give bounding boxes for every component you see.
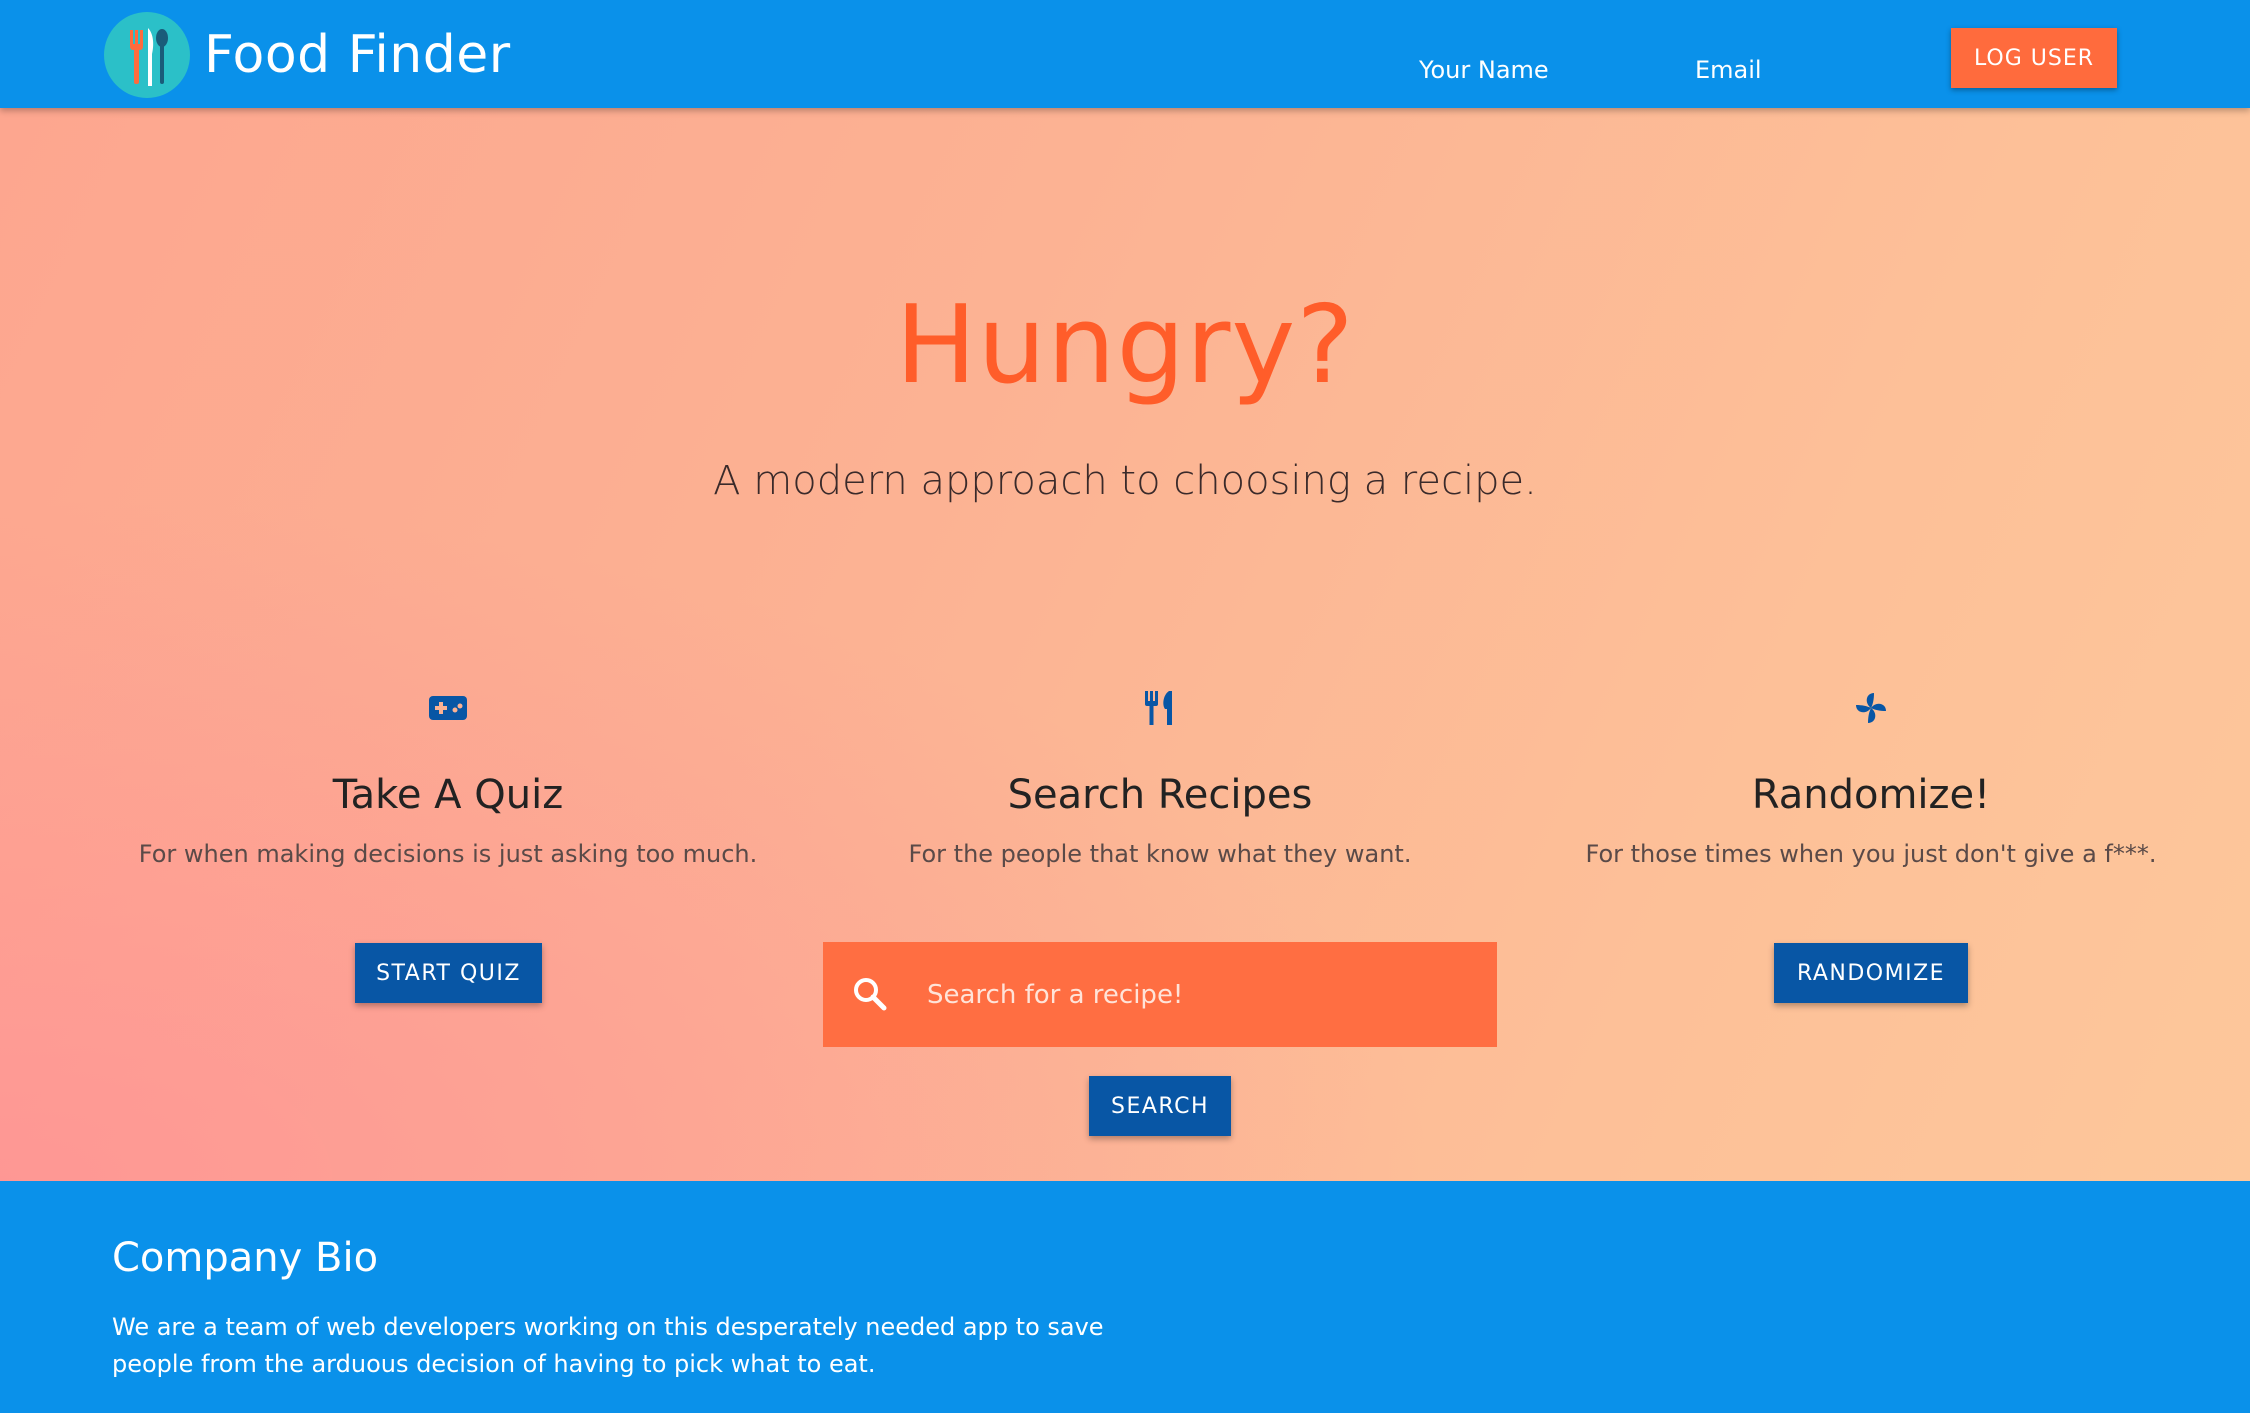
feature-quiz: Take A Quiz For when making decisions is… — [98, 678, 798, 868]
randomize-button[interactable]: RANDOMIZE — [1774, 943, 1968, 1003]
top-navbar: Food Finder LOG USER — [0, 0, 2250, 108]
utensils-icon — [810, 678, 1510, 738]
hero-title: Hungry? — [895, 283, 1355, 408]
quiz-description: For when making decisions is just asking… — [138, 840, 758, 868]
recipe-search-input[interactable] — [925, 969, 1445, 1020]
name-input[interactable] — [1419, 56, 1619, 84]
feature-random: Randomize! For those times when you just… — [1521, 678, 2221, 868]
start-quiz-button[interactable]: START QUIZ — [355, 943, 542, 1003]
search-icon — [854, 977, 887, 1010]
search-description: For the people that know what they want. — [908, 840, 1412, 868]
feature-search: Search Recipes For the people that know … — [810, 678, 1510, 868]
fork-knife-logo-icon — [104, 12, 190, 98]
brand[interactable]: Food Finder — [104, 12, 511, 98]
search-button[interactable]: SEARCH — [1089, 1076, 1231, 1136]
recipe-search-box — [823, 942, 1497, 1047]
company-bio-title: Company Bio — [112, 1235, 379, 1281]
gamepad-icon — [98, 678, 798, 738]
hero-section: Hungry? A modern approach to choosing a … — [0, 108, 2250, 1181]
company-bio-text: We are a team of web developers working … — [112, 1313, 1104, 1378]
pinwheel-icon — [1521, 678, 2221, 738]
hero-subtitle: A modern approach to choosing a recipe. — [713, 458, 1537, 504]
random-title: Randomize! — [1751, 772, 1991, 818]
email-input[interactable] — [1695, 56, 1855, 84]
search-title: Search Recipes — [1007, 772, 1313, 818]
log-user-button[interactable]: LOG USER — [1951, 28, 2117, 88]
random-description: For those times when you just don't give… — [1585, 840, 2157, 868]
brand-name: Food Finder — [204, 25, 511, 85]
footer: Company Bio We are a team of web develop… — [0, 1181, 2250, 1413]
quiz-title: Take A Quiz — [332, 772, 564, 818]
